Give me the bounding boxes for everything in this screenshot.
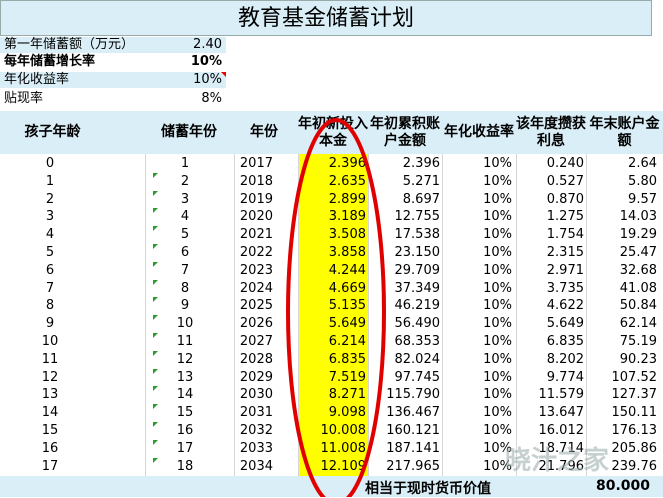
red-ellipse-annotation: [286, 118, 386, 497]
spreadsheet: 教育基金储蓄计划 第一年储蓄额（万元） 2.40 每年储蓄增长率 10% 年化收益率 10…: [0, 0, 663, 497]
watermark: 晓汁之家: [505, 446, 610, 476]
